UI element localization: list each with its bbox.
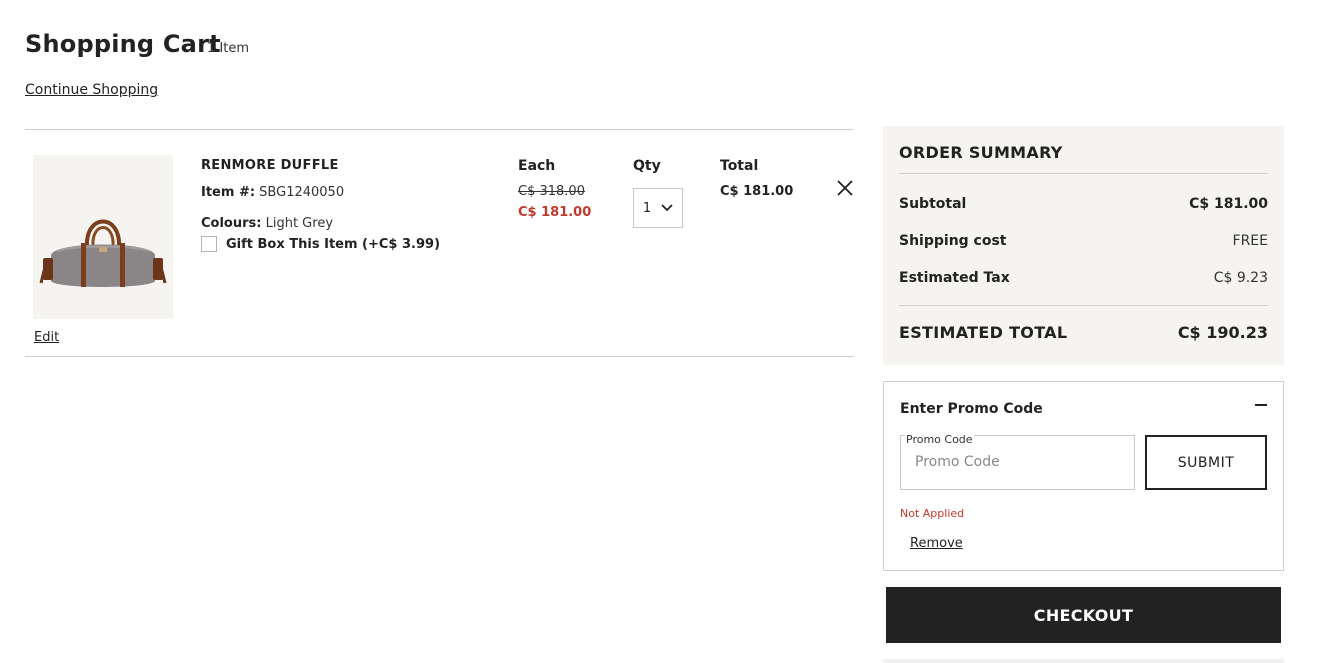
estimated-total-row: ESTIMATED TOTAL C$ 190.23 <box>899 323 1268 342</box>
total-column-header: Total <box>720 158 759 174</box>
qty-column-header: Qty <box>633 158 661 174</box>
estimated-total-value: C$ 190.23 <box>1177 323 1268 342</box>
quantity-value: 1 <box>642 200 652 216</box>
item-number-value: SBG1240050 <box>259 185 345 200</box>
promo-code-input[interactable] <box>915 454 1120 470</box>
colour-label: Colours: <box>201 216 262 231</box>
shipping-value: FREE <box>1232 233 1268 249</box>
submit-promo-button[interactable]: SUBMIT <box>1145 435 1267 490</box>
subtotal-row: Subtotal C$ 181.00 <box>899 196 1268 212</box>
chevron-down-icon <box>661 204 673 212</box>
gift-box-label[interactable]: Gift Box This Item (+C$ 3.99) <box>226 237 440 252</box>
colour-line: Colours: Light Grey <box>201 216 333 231</box>
page-title: Shopping Cart <box>25 30 221 58</box>
close-icon[interactable] <box>835 178 855 198</box>
estimated-total-label: ESTIMATED TOTAL <box>899 323 1068 342</box>
gift-box-checkbox[interactable] <box>201 236 217 252</box>
promo-code-title[interactable]: Enter Promo Code <box>900 401 1043 417</box>
product-image[interactable] <box>33 155 173 319</box>
promo-code-panel: Enter Promo Code Promo Code SUBMIT Not A… <box>883 381 1284 571</box>
order-summary: ORDER SUMMARY Subtotal C$ 181.00 Shippin… <box>883 126 1284 365</box>
promo-code-label: Promo Code <box>905 433 974 446</box>
duffle-bag-image <box>39 219 167 287</box>
quantity-select[interactable]: 1 <box>633 188 683 228</box>
original-price: C$ 318.00 <box>518 184 585 199</box>
panel-edge <box>883 659 1284 663</box>
cart-items: Edit RENMORE DUFFLE Item #: SBG1240050 C… <box>25 129 854 357</box>
minus-icon[interactable] <box>1255 404 1267 406</box>
sale-price: C$ 181.00 <box>518 205 592 220</box>
line-total: C$ 181.00 <box>720 184 794 199</box>
subtotal-label: Subtotal <box>899 196 967 212</box>
remove-promo-link[interactable]: Remove <box>910 536 963 551</box>
each-column-header: Each <box>518 158 556 174</box>
shipping-label: Shipping cost <box>899 233 1007 249</box>
edit-item-link[interactable]: Edit <box>34 330 59 345</box>
colour-value: Light Grey <box>265 216 334 231</box>
tax-value: C$ 9.23 <box>1213 270 1268 286</box>
promo-code-field[interactable]: Promo Code <box>900 433 1135 490</box>
divider <box>899 173 1268 174</box>
item-number: Item #: SBG1240050 <box>201 185 344 200</box>
tax-label: Estimated Tax <box>899 270 1010 286</box>
continue-shopping-link[interactable]: Continue Shopping <box>25 82 158 98</box>
subtotal-value: C$ 181.00 <box>1189 196 1268 212</box>
item-count: 1 Item <box>207 41 249 56</box>
divider <box>899 305 1268 306</box>
gift-box-option[interactable]: Gift Box This Item (+C$ 3.99) <box>201 236 440 252</box>
order-summary-title: ORDER SUMMARY <box>899 143 1063 162</box>
promo-status: Not Applied <box>900 507 965 520</box>
checkout-button[interactable]: CHECKOUT <box>886 587 1281 643</box>
tax-row: Estimated Tax C$ 9.23 <box>899 270 1268 286</box>
shipping-row: Shipping cost FREE <box>899 233 1268 249</box>
item-number-label: Item #: <box>201 185 256 200</box>
product-name[interactable]: RENMORE DUFFLE <box>201 158 339 173</box>
